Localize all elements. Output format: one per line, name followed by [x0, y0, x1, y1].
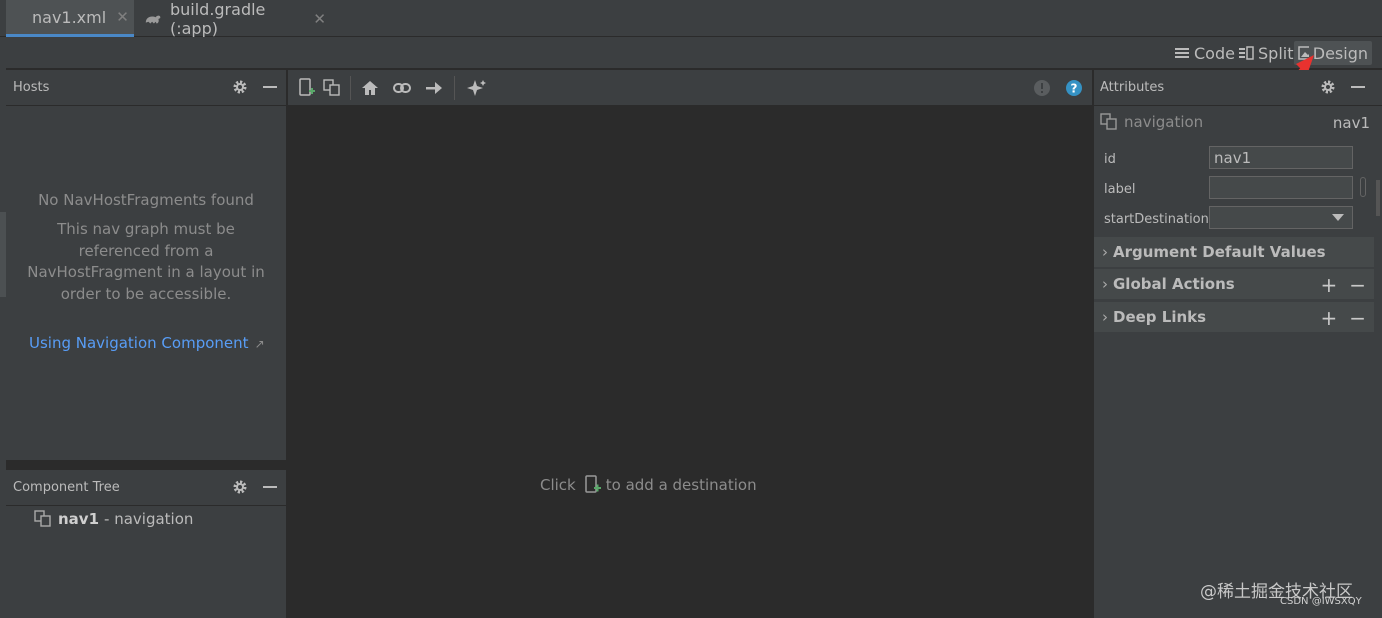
empty-line: This nav graph must be — [57, 220, 235, 238]
attributes-header: Attributes — [1094, 70, 1382, 106]
hint-prefix: Click — [540, 476, 576, 494]
element-id: nav1 — [1332, 114, 1370, 132]
chevron-right-icon: › — [1102, 308, 1108, 326]
section-label: Argument Default Values — [1113, 243, 1326, 261]
chevron-right-icon: › — [1102, 275, 1108, 293]
start-destination-dropdown[interactable] — [1209, 206, 1353, 229]
new-destination-icon[interactable] — [298, 78, 316, 98]
hint-suffix: to add a destination — [605, 476, 757, 494]
section-global-actions[interactable]: › Global Actions + − — [1094, 269, 1374, 300]
right-edge-handle[interactable] — [1376, 180, 1380, 216]
hosts-title: Hosts — [13, 80, 50, 95]
help-icon[interactable]: ? — [1064, 78, 1084, 98]
empty-title: No NavHostFragments found — [38, 191, 254, 209]
element-type-label: navigation — [1124, 113, 1204, 131]
view-mode-bar: Code Split Design — [6, 37, 1382, 69]
label-label: label — [1104, 182, 1136, 197]
code-icon — [1175, 48, 1189, 58]
code-mode-button[interactable]: Code — [1170, 41, 1239, 65]
link-label: Using Navigation Component — [29, 334, 249, 352]
id-label: id — [1104, 152, 1116, 167]
section-label: Deep Links — [1113, 308, 1207, 326]
gear-icon[interactable] — [232, 479, 248, 495]
empty-line: referenced from a — [78, 241, 214, 260]
tree-item-id: nav1 — [58, 510, 100, 528]
toolbar-separator — [454, 76, 455, 100]
warning-icon[interactable] — [1032, 78, 1052, 98]
chevron-right-icon: › — [1102, 243, 1108, 261]
attributes-body: navigation nav1 id nav1 label startDesti… — [1094, 106, 1382, 618]
navigation-graph-icon — [1100, 113, 1117, 130]
tree-item-nav1[interactable]: nav1 - navigation — [34, 510, 193, 528]
toolbar-separator — [350, 76, 351, 100]
start-destination-label: startDestination — [1104, 212, 1209, 227]
canvas-hint: Click to add a destination — [540, 474, 757, 496]
gradle-icon — [145, 15, 161, 23]
component-tree-title: Component Tree — [13, 480, 120, 495]
chevron-down-icon — [1332, 214, 1344, 221]
design-mode-label: Design — [1312, 43, 1368, 63]
section-label: Global Actions — [1113, 275, 1235, 293]
resource-picker-button[interactable] — [1360, 177, 1366, 197]
empty-line: NavHostFragment in a layout in — [27, 263, 265, 281]
editor-tab-bar: nav1.xml ✕ build.gradle (:app) ✕ — [0, 0, 1382, 38]
close-icon[interactable]: ✕ — [313, 10, 326, 28]
arrow-right-icon[interactable] — [424, 78, 444, 98]
add-icon[interactable]: + — [1320, 306, 1337, 330]
remove-icon[interactable]: − — [1349, 306, 1366, 330]
panel-splitter[interactable] — [6, 460, 286, 470]
svg-text:?: ? — [1071, 82, 1078, 96]
component-tree-header: Component Tree — [6, 470, 286, 506]
tree-item-type: - navigation — [104, 510, 194, 528]
section-deep-links[interactable]: › Deep Links + − — [1094, 302, 1374, 333]
tab-build-gradle[interactable]: build.gradle (:app) ✕ — [134, 0, 334, 38]
minimize-icon[interactable] — [1350, 79, 1366, 95]
add-icon[interactable]: + — [1320, 273, 1337, 297]
element-type: navigation — [1100, 113, 1203, 131]
empty-message: This nav graph must be referenced from a… — [6, 219, 286, 305]
auto-arrange-icon[interactable] — [466, 78, 488, 98]
remove-icon[interactable]: − — [1349, 273, 1366, 297]
minimize-icon[interactable] — [262, 79, 278, 95]
external-link-icon: ↗ — [254, 337, 265, 351]
id-input[interactable]: nav1 — [1209, 146, 1353, 169]
design-toolbar: ? — [288, 70, 1092, 106]
section-argument-default-values[interactable]: › Argument Default Values — [1094, 237, 1374, 268]
tab-nav1-xml[interactable]: nav1.xml ✕ — [6, 0, 134, 37]
hosts-panel-body: No NavHostFragments found This nav graph… — [6, 106, 286, 460]
empty-line: order to be accessible. — [60, 284, 232, 303]
navigation-docs-link[interactable]: Using Navigation Component ↗ — [29, 334, 265, 352]
gear-icon[interactable] — [232, 79, 248, 95]
code-mode-label: Code — [1194, 43, 1235, 63]
gear-icon[interactable] — [1320, 79, 1336, 95]
hosts-panel-header: Hosts — [6, 70, 286, 106]
label-input[interactable] — [1209, 176, 1353, 199]
navigation-canvas[interactable]: Click to add a destination — [288, 106, 1092, 618]
component-tree-body: nav1 - navigation — [6, 506, 286, 618]
new-destination-icon — [585, 475, 601, 493]
watermark-csdn: CSDN @IWSXQY — [1280, 596, 1362, 607]
minimize-icon[interactable] — [262, 479, 278, 495]
tab-label: build.gradle (:app) — [169, 0, 266, 38]
close-icon[interactable]: ✕ — [116, 8, 129, 26]
home-icon[interactable] — [360, 78, 380, 98]
navigation-graph-icon — [34, 510, 51, 527]
tab-label: nav1.xml — [32, 7, 107, 27]
attributes-title: Attributes — [1100, 80, 1165, 95]
nested-graph-icon[interactable] — [322, 78, 342, 98]
link-icon[interactable] — [392, 78, 412, 98]
